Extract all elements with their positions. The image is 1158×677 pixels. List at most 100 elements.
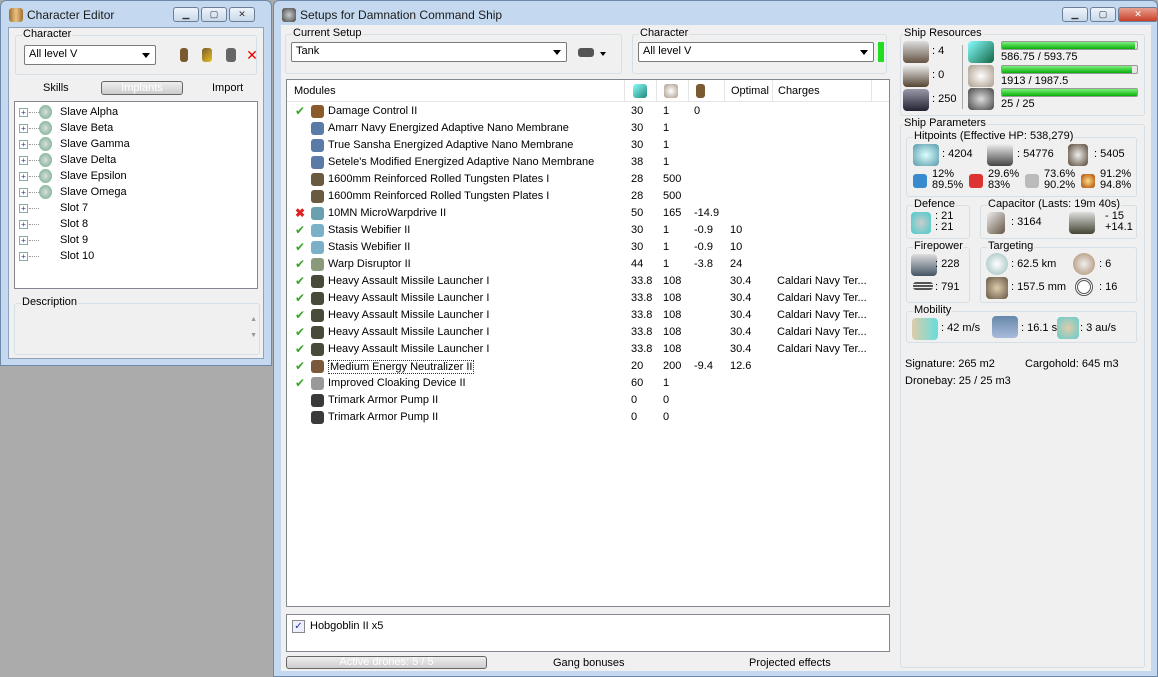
module-row[interactable]: True Sansha Energized Adaptive Nano Memb… <box>287 137 887 154</box>
check-icon: ✔ <box>295 240 306 254</box>
module-row[interactable]: ✔ Improved Cloaking Device II 60 1 <box>287 375 887 392</box>
character-select[interactable]: All level V <box>24 45 156 65</box>
module-icon <box>311 156 324 169</box>
implant-slot[interactable]: + Slave Beta <box>15 120 255 136</box>
implant-slot[interactable]: + Slave Gamma <box>15 136 255 152</box>
module-cpu: 33.8 <box>631 292 653 304</box>
module-row[interactable]: ✖ 10MN MicroWarpdrive II 50 165 -14.9 <box>287 205 887 222</box>
check-icon: ✔ <box>295 325 306 339</box>
module-row[interactable]: ✔ Damage Control II 30 1 0 <box>287 103 887 120</box>
close-button[interactable]: ✕ <box>1118 7 1158 22</box>
defence-values: : 21: 21 <box>935 210 954 233</box>
module-capacitor: -14.9 <box>694 207 720 219</box>
setup-window: Setups for Damnation Command Ship ▁ ▢ ✕ … <box>273 0 1158 677</box>
description-scrollbar[interactable]: ▲ ▼ <box>250 312 257 344</box>
tab-projected-effects[interactable]: Projected effects <box>749 657 831 669</box>
column-charges[interactable]: Charges <box>778 85 820 97</box>
launcher-hardpoint-icon <box>903 65 929 87</box>
expand-icon[interactable]: + <box>19 140 28 149</box>
module-row[interactable]: Amarr Navy Energized Adaptive Nano Membr… <box>287 120 887 137</box>
module-row[interactable]: ✔ Heavy Assault Missile Launcher I 33.8 108… <box>287 341 887 358</box>
module-row[interactable]: Trimark Armor Pump II 0 0 <box>287 409 887 426</box>
module-icon <box>311 241 324 254</box>
module-row[interactable]: ✔ Heavy Assault Missile Launcher I 33.8 108… <box>287 324 887 341</box>
slave-implant-icon <box>39 153 52 167</box>
drones-list[interactable]: ✓ Hobgoblin II x5 <box>286 614 890 652</box>
implant-slot[interactable]: + Slot 10 <box>15 248 255 264</box>
tree-line <box>29 224 39 225</box>
module-row[interactable]: 1600mm Reinforced Rolled Tungsten Plates… <box>287 188 887 205</box>
edit-character-icon[interactable] <box>202 48 212 62</box>
dps-icon <box>911 254 937 276</box>
modules-table[interactable]: Modules Optimal Charges ✔ Damage Control … <box>286 79 890 607</box>
implant-slot[interactable]: + Slot 9 <box>15 232 255 248</box>
drone-checkbox[interactable]: ✓ <box>292 620 305 633</box>
targeting-range: : 62.5 km <box>1011 258 1057 270</box>
copy-character-icon[interactable] <box>226 48 236 62</box>
tab-implants[interactable]: Implants <box>101 81 183 95</box>
minimize-button[interactable]: ▁ <box>1062 7 1088 22</box>
check-icon: ✔ <box>295 308 306 322</box>
expand-icon[interactable]: + <box>19 188 28 197</box>
module-row[interactable]: ✔ Stasis Webifier II 30 1 -0.9 10 <box>287 239 887 256</box>
character-icon[interactable] <box>180 48 188 62</box>
error-icon: ✖ <box>295 206 306 220</box>
implant-slot[interactable]: + Slave Omega <box>15 184 255 200</box>
implant-slot[interactable]: + Slave Epsilon <box>15 168 255 184</box>
module-row[interactable]: Setele's Modified Energized Adaptive Nan… <box>287 154 887 171</box>
tab-gang-bonuses[interactable]: Gang bonuses <box>553 657 625 669</box>
max-targets: : 6 <box>1099 258 1112 270</box>
close-button[interactable]: ✕ <box>229 7 255 22</box>
ship-parameters-panel: Ship Parameters Hitpoints (Effective HP:… <box>900 117 1145 668</box>
cpu-icon[interactable] <box>633 84 647 98</box>
character-editor-app-icon <box>9 8 23 22</box>
module-powergrid: 1 <box>663 377 670 389</box>
module-capacitor: -0.9 <box>694 241 713 253</box>
module-name: Heavy Assault Missile Launcher I <box>328 309 490 321</box>
column-optimal[interactable]: Optimal <box>731 85 769 97</box>
module-row[interactable]: ✔ Warp Disruptor II 44 1 -3.8 24 <box>287 256 887 273</box>
module-row[interactable]: ✔ Heavy Assault Missile Launcher I 33.8 108… <box>287 273 887 290</box>
delete-character-icon[interactable]: ✕ <box>246 48 258 62</box>
implant-slot[interactable]: + Slave Delta <box>15 152 255 168</box>
expand-icon[interactable]: + <box>19 220 28 229</box>
column-modules[interactable]: Modules <box>294 85 336 97</box>
setup-character-select[interactable]: All level V <box>638 42 874 62</box>
expand-icon[interactable]: + <box>19 204 28 213</box>
module-row[interactable]: ✔ Medium Energy Neutralizer II 20 200 -9.4 12… <box>287 358 887 375</box>
expand-icon[interactable]: + <box>19 108 28 117</box>
expand-icon[interactable]: + <box>19 124 28 133</box>
implant-slot[interactable]: + Slave Alpha <box>15 104 255 120</box>
module-row[interactable]: ✔ Stasis Webifier II 30 1 -0.9 10 <box>287 222 887 239</box>
module-row[interactable]: ✔ Heavy Assault Missile Launcher I 33.8 108… <box>287 307 887 324</box>
module-row[interactable]: ✔ Heavy Assault Missile Launcher I 33.8 108… <box>287 290 887 307</box>
maximize-button[interactable]: ▢ <box>1090 7 1116 22</box>
module-row[interactable]: Trimark Armor Pump II 0 0 <box>287 392 887 409</box>
expand-icon[interactable]: + <box>19 156 28 165</box>
drone-bandwidth-bar <box>1001 88 1138 97</box>
drone-name: Hobgoblin II x5 <box>310 620 384 632</box>
expand-icon[interactable]: + <box>19 252 28 261</box>
powergrid-icon[interactable] <box>664 84 678 98</box>
module-powergrid: 165 <box>663 207 682 219</box>
module-row[interactable]: 1600mm Reinforced Rolled Tungsten Plates… <box>287 171 887 188</box>
expand-icon[interactable]: + <box>19 172 28 181</box>
expand-icon[interactable]: + <box>19 236 28 245</box>
ship-actions-button[interactable] <box>578 46 612 60</box>
implant-slot[interactable]: + Slot 8 <box>15 216 255 232</box>
maximize-button[interactable]: ▢ <box>201 7 227 22</box>
tab-active-drones[interactable]: Active drones: 5 / 5 <box>286 656 487 669</box>
tab-import[interactable]: Import <box>212 82 243 94</box>
implant-slot[interactable]: + Slot 7 <box>15 200 255 216</box>
module-powergrid: 1 <box>663 241 670 253</box>
sensor-strength: : 16 <box>1099 281 1118 293</box>
tab-skills[interactable]: Skills <box>43 82 69 94</box>
capacitor-icon[interactable] <box>696 84 705 98</box>
module-cpu: 50 <box>631 207 644 219</box>
module-name: Stasis Webifier II <box>328 241 411 253</box>
implant-tree[interactable]: + Slave Alpha + Slave Beta + Slave Gamma + Slav… <box>14 101 258 289</box>
minimize-button[interactable]: ▁ <box>173 7 199 22</box>
check-icon: ✔ <box>295 359 306 373</box>
current-setup-select[interactable]: Tank <box>291 42 567 62</box>
mobility-label: Mobility <box>913 304 953 316</box>
